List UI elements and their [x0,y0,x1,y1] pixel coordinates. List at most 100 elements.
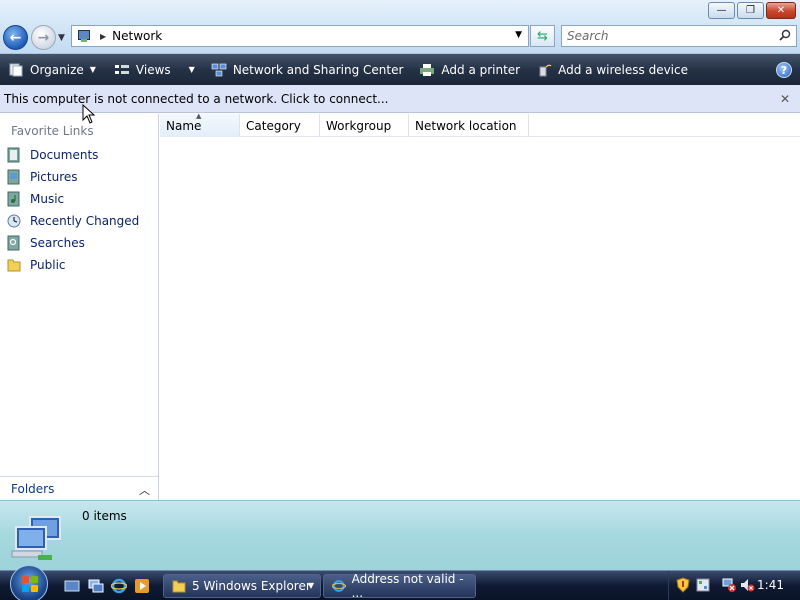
favorite-link-searches[interactable]: Searches [0,232,158,254]
item-count: 0 items [82,509,127,523]
recent-icon [7,214,21,228]
public-folder-icon [7,259,21,272]
search-input[interactable]: Search [567,29,609,43]
window-controls: — ❐ ✕ [708,2,796,19]
mouse-cursor-icon [82,104,96,124]
favorite-link-music[interactable]: Music [0,188,158,210]
taskbar-button-label: 5 Windows Explorer [192,579,311,593]
favorite-link-label: Music [30,192,65,206]
volume-muted-icon[interactable] [739,577,755,593]
favorite-link-label: Pictures [30,170,78,184]
internet-explorer-icon[interactable] [111,578,127,594]
info-bar[interactable]: This computer is not connected to a netw… [0,85,800,113]
chevron-up-icon[interactable]: ︿ [139,482,150,498]
column-header-network-location[interactable]: Network location [409,114,529,137]
navigation-pane: Favorite Links Documents Pictures Music … [0,114,159,500]
add-wireless-device-button[interactable]: Add a wireless device [526,54,694,85]
close-button[interactable]: ✕ [766,2,796,19]
favorite-link-public[interactable]: Public [0,254,158,276]
folder-icon [172,580,186,593]
favorite-link-recently-changed[interactable]: Recently Changed [0,210,158,232]
start-button[interactable] [10,565,48,600]
taskbar-group-chevron-icon: ▼ [307,581,314,590]
refresh-button[interactable]: ⇆ [530,25,555,47]
refresh-icon: ⇆ [537,28,548,44]
taskbar: 5 Windows Explorer ▼ Address not valid -… [0,565,800,600]
column-header-label: Workgroup [326,118,392,133]
help-button[interactable]: ? [776,62,792,78]
file-list[interactable]: ▲ Name Category Workgroup Network locati… [160,112,800,500]
maximize-button[interactable]: ❐ [737,2,764,19]
add-printer-button[interactable]: Add a printer [409,54,526,85]
column-header-name[interactable]: ▲ Name [160,112,240,137]
taskbar-button-address-not-valid[interactable]: Address not valid - ... [323,572,476,600]
favorite-link-pictures[interactable]: Pictures [0,166,158,188]
search-box[interactable]: Search [561,25,797,47]
taskbar-button-label: Address not valid - ... [351,572,464,600]
column-header-category[interactable]: Category [240,114,320,137]
folders-label: Folders [11,481,55,496]
help-icon: ? [780,63,788,77]
column-header-label: Network location [415,118,517,133]
favorite-link-label: Public [30,258,66,272]
security-shield-icon[interactable] [675,577,691,593]
taskbar-button-windows-explorer[interactable]: 5 Windows Explorer ▼ [163,574,321,598]
breadcrumb-network[interactable]: Network [112,29,162,43]
sort-ascending-icon: ▲ [196,112,202,120]
favorite-link-label: Searches [30,236,85,250]
recent-pages-dropdown[interactable]: ▼ [58,33,65,43]
back-button[interactable]: ← [3,25,28,50]
network-disconnected-icon[interactable] [721,577,737,593]
network-sharing-center-button[interactable]: Network and Sharing Center [201,54,410,85]
favorite-link-label: Recently Changed [30,214,140,228]
searches-icon [7,235,20,251]
column-header-workgroup[interactable]: Workgroup [320,114,409,137]
forward-button[interactable]: → [31,25,56,50]
network-sharing-label: Network and Sharing Center [232,62,404,77]
clock[interactable]: 1:41 [757,578,784,592]
column-headers: ▲ Name Category Workgroup Network locati… [160,112,800,137]
forward-arrow-icon: → [37,29,50,46]
organize-chevron-down-icon: ▼ [89,65,96,74]
search-icon[interactable] [779,29,791,41]
address-bar[interactable]: ▶ Network ▼ [71,25,529,47]
wireless-device-icon [539,64,552,76]
organize-label: Organize [30,62,84,77]
minimize-button[interactable]: — [708,2,735,19]
network-computers-icon [11,516,61,560]
add-printer-label: Add a printer [441,62,521,77]
windows-update-icon[interactable] [695,577,711,593]
title-bar: — ❐ ✕ ← → ▼ ▶ Network ▼ ⇆ Search [0,0,800,54]
address-dropdown-icon[interactable]: ▼ [515,30,522,40]
folders-toggle[interactable]: Folders ︿ [0,476,158,500]
printer-icon [420,63,435,76]
back-arrow-icon: ← [9,29,22,46]
command-bar: Organize ▼ Views ▼ Network and Sharing C… [0,54,800,85]
info-bar-close-icon[interactable]: ✕ [780,92,790,106]
network-icon [76,29,92,43]
favorite-links-heading: Favorite Links [11,124,94,138]
column-header-label: Name [166,118,202,133]
views-label: Views [135,62,171,77]
favorite-link-label: Documents [30,148,99,162]
network-sharing-icon [211,63,227,76]
organize-icon [9,63,23,76]
documents-icon [7,147,20,163]
media-player-icon[interactable] [134,578,150,594]
favorite-link-documents[interactable]: Documents [0,144,158,166]
details-pane: 0 items [0,500,800,570]
internet-explorer-icon [332,580,346,592]
organize-button[interactable]: Organize ▼ [0,54,102,85]
column-header-label: Category [246,118,301,133]
pictures-icon [7,169,20,185]
views-button[interactable]: Views ▼ [102,54,201,85]
show-desktop-icon[interactable] [64,578,80,594]
system-tray: 1:41 [668,571,800,600]
views-chevron-down-icon: ▼ [188,65,195,74]
switch-windows-icon[interactable] [88,578,104,594]
breadcrumb-separator-icon[interactable]: ▶ [100,32,106,41]
add-wireless-label: Add a wireless device [558,62,688,77]
info-bar-message[interactable]: This computer is not connected to a netw… [4,92,388,106]
music-icon [7,191,20,207]
views-icon [114,64,129,74]
